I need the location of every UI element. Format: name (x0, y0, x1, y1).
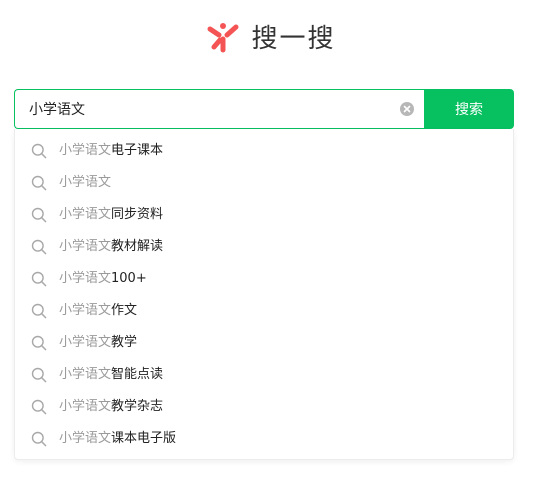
header: 搜一搜 (0, 14, 541, 58)
suggestion-item[interactable]: 小学语文教学 (15, 327, 513, 359)
suggestion-dropdown: 小学语文电子课本 小学语文 小学语文同步资料 小学语文教材解读 小学语文100+ 小学语文… (14, 129, 514, 460)
suggestion-item[interactable]: 小学语文教材解读 (15, 231, 513, 263)
search-input[interactable] (15, 90, 389, 128)
suggestion-query-prefix: 小学语文 (59, 175, 112, 190)
suggestion-item[interactable]: 小学语文作文 (15, 295, 513, 327)
search-icon (31, 175, 47, 191)
suggestion-text: 小学语文智能点读 (59, 359, 163, 391)
search-bar: 搜索 (14, 89, 514, 129)
search-icon (31, 399, 47, 415)
suggestion-query-prefix: 小学语文 (59, 143, 112, 158)
suggestion-text: 小学语文100+ (59, 263, 147, 295)
clear-circle-icon[interactable] (400, 102, 414, 116)
suggestion-item[interactable]: 小学语文 (15, 167, 513, 199)
suggestion-item[interactable]: 小学语文教学杂志 (15, 391, 513, 423)
suggestion-text: 小学语文教材解读 (59, 231, 163, 263)
suggestion-text: 小学语文同步资料 (59, 199, 163, 231)
suggestion-query-prefix: 小学语文 (59, 303, 112, 318)
suggestion-query-prefix: 小学语文 (59, 399, 112, 414)
search-icon (31, 335, 47, 351)
suggestion-text: 小学语文 (59, 167, 111, 199)
page-title: 搜一搜 (251, 23, 336, 54)
suggestion-item[interactable]: 小学语文智能点读 (15, 359, 513, 391)
suggestion-query-prefix: 小学语文 (59, 271, 112, 286)
search-button[interactable]: 搜索 (424, 89, 514, 129)
search-icon (31, 431, 47, 447)
search-field (14, 89, 424, 129)
suggestion-query-prefix: 小学语文 (59, 335, 112, 350)
suggestion-query-prefix: 小学语文 (59, 367, 112, 382)
search-icon (31, 239, 47, 255)
suggestion-completion: 智能点读 (111, 367, 164, 382)
suggestion-completion: 电子课本 (111, 143, 164, 158)
search-icon (31, 271, 47, 287)
suggestion-completion: 教材解读 (111, 239, 164, 254)
suggestion-text: 小学语文教学 (59, 327, 137, 359)
suggestion-text: 小学语文作文 (59, 295, 137, 327)
suggestion-completion: 作文 (111, 303, 138, 318)
search-icon (31, 303, 47, 319)
suggestion-item[interactable]: 小学语文课本电子版 (15, 423, 513, 455)
sou-yi-sou-logo-icon (207, 23, 239, 53)
suggestion-item[interactable]: 小学语文电子课本 (15, 135, 513, 167)
suggestion-query-prefix: 小学语文 (59, 239, 112, 254)
suggestion-text: 小学语文课本电子版 (59, 423, 176, 455)
search-icon (31, 143, 47, 159)
suggestion-item[interactable]: 小学语文同步资料 (15, 199, 513, 231)
search-icon (31, 367, 47, 383)
suggestion-completion: 教学杂志 (111, 399, 164, 414)
suggestion-query-prefix: 小学语文 (59, 431, 112, 446)
suggestion-completion: 课本电子版 (111, 431, 177, 446)
suggestion-text: 小学语文电子课本 (59, 135, 163, 167)
search-icon (31, 207, 47, 223)
suggestion-completion: 教学 (111, 335, 138, 350)
suggestion-query-prefix: 小学语文 (59, 207, 112, 222)
suggestion-item[interactable]: 小学语文100+ (15, 263, 513, 295)
suggestion-completion: 100+ (111, 271, 147, 286)
suggestion-completion: 同步资料 (111, 207, 164, 222)
suggestion-text: 小学语文教学杂志 (59, 391, 163, 423)
